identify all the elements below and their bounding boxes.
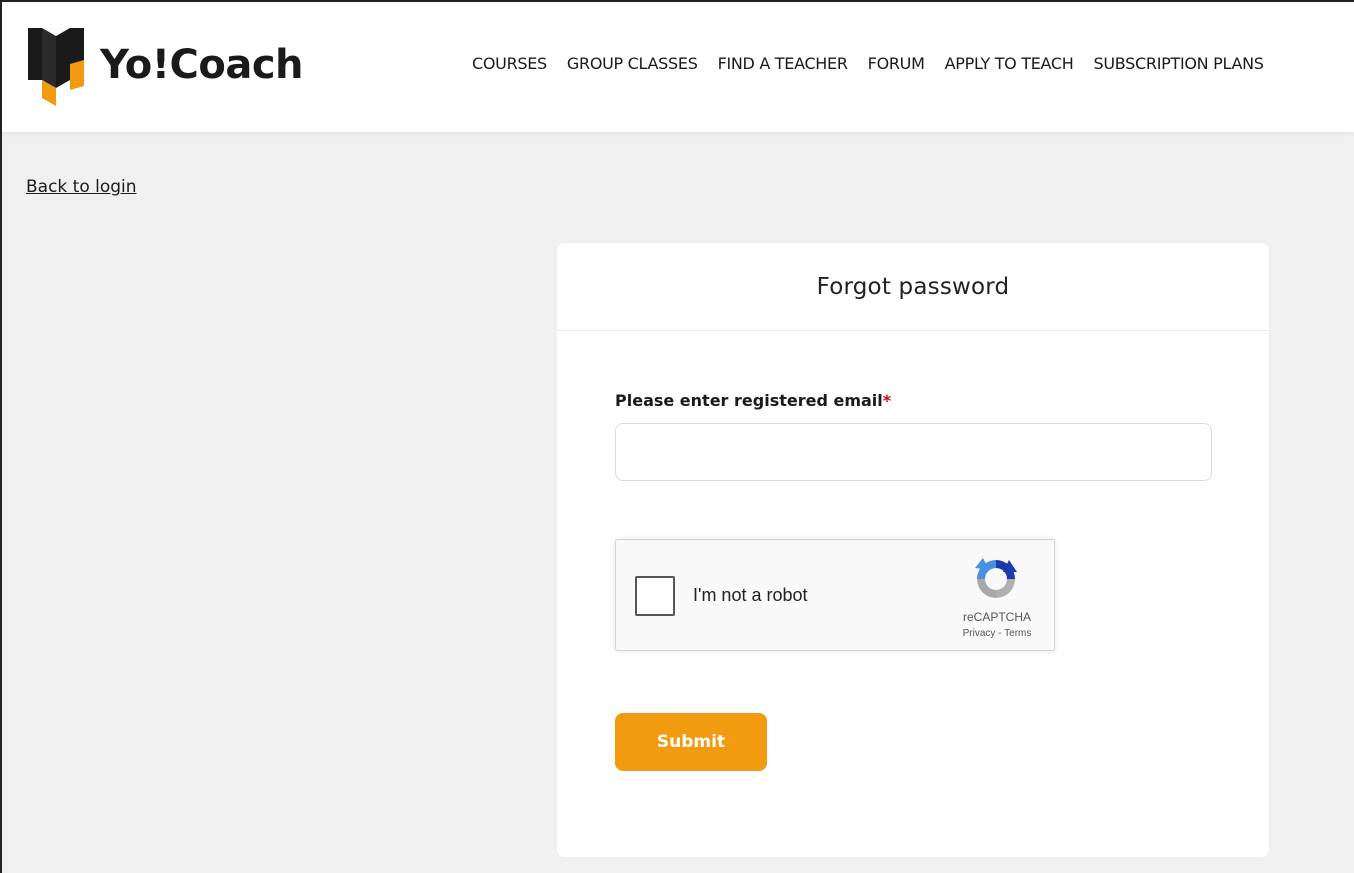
recaptcha-widget: I'm not a robot reCAPTCHA Privacy - Term… xyxy=(615,539,1055,651)
nav-subscription-plans[interactable]: SUBSCRIPTION PLANS xyxy=(1094,54,1264,73)
recaptcha-brand: reCAPTCHA xyxy=(962,610,1031,624)
logo-wordmark: Yo!Coach xyxy=(100,42,304,88)
nav-group-classes[interactable]: GROUP CLASSES xyxy=(567,54,698,73)
email-label: Please enter registered email* xyxy=(615,391,891,410)
email-input[interactable] xyxy=(615,423,1212,481)
main-nav: COURSES GROUP CLASSES FIND A TEACHER FOR… xyxy=(472,54,1264,73)
recaptcha-checkbox[interactable] xyxy=(635,576,675,616)
recaptcha-links-separator: - xyxy=(995,628,1005,639)
site-header: Yo!Coach COURSES GROUP CLASSES FIND A TE… xyxy=(2,2,1354,132)
nav-apply-to-teach[interactable]: APPLY TO TEACH xyxy=(945,54,1074,73)
nav-courses[interactable]: COURSES xyxy=(472,54,547,73)
recaptcha-logo-icon xyxy=(975,558,1017,598)
card-title: Forgot password xyxy=(816,273,1010,300)
site-logo[interactable]: Yo!Coach xyxy=(26,24,304,110)
required-asterisk: * xyxy=(882,391,892,410)
forgot-password-card: Forgot password Please enter registered … xyxy=(557,243,1269,857)
recaptcha-privacy-link[interactable]: Privacy xyxy=(963,628,996,639)
nav-forum[interactable]: FORUM xyxy=(868,54,925,73)
email-label-text: Please enter registered email xyxy=(615,391,883,410)
recaptcha-links: Privacy - Terms xyxy=(946,628,1048,639)
recaptcha-label: I'm not a robot xyxy=(693,585,808,605)
submit-button[interactable]: Submit xyxy=(615,713,767,771)
page-frame: Yo!Coach COURSES GROUP CLASSES FIND A TE… xyxy=(0,0,1354,873)
yocoach-logo-icon xyxy=(28,28,84,106)
back-to-login-link[interactable]: Back to login xyxy=(26,177,137,197)
card-header: Forgot password xyxy=(557,243,1269,331)
nav-find-a-teacher[interactable]: FIND A TEACHER xyxy=(718,54,848,73)
recaptcha-terms-link[interactable]: Terms xyxy=(1004,628,1031,639)
